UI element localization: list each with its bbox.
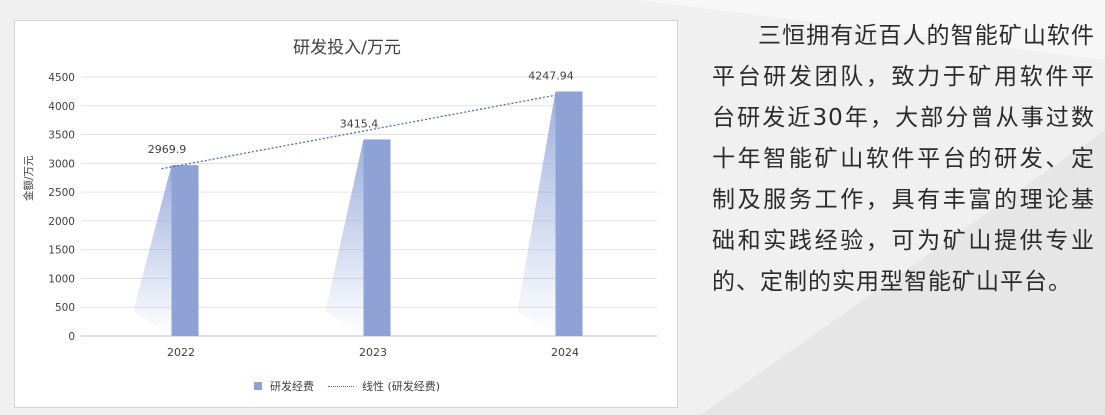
x-tick-label: 2022 [167, 346, 195, 359]
x-tick-label: 2023 [359, 346, 387, 359]
y-tick-label: 3500 [48, 130, 75, 142]
bar-glow [133, 165, 172, 336]
y-tick-label: 500 [55, 302, 75, 314]
bar [555, 91, 583, 337]
legend: 研发经费 线性 (研发经费) [15, 378, 679, 394]
chart-panel: 研发投入/万元 金额/万元 0 500 1000 1500 2000 2500 3000 35… [14, 20, 678, 408]
y-tick-label: 1000 [48, 273, 75, 285]
legend-series-label: 研发经费 [269, 380, 314, 393]
y-tick-label: 2500 [48, 187, 75, 199]
y-tick-label: 4000 [48, 101, 75, 113]
y-tick-label: 4500 [48, 72, 75, 84]
bar [363, 139, 391, 336]
y-tick-label: 1500 [48, 245, 75, 257]
description-paragraph: 三恒拥有近百人的智能矿山软件平台研发团队，致力于矿用软件平台研发近30年，大部分… [712, 23, 1095, 295]
bar-glow [517, 91, 556, 337]
y-tick-label: 0 [68, 331, 75, 343]
x-tick-label: 2024 [551, 346, 579, 359]
y-tick-label: 3000 [48, 158, 75, 170]
legend-bar-swatch [253, 382, 262, 390]
y-tick-label: 2000 [48, 216, 75, 228]
legend-trend-label: 线性 (研发经费) [361, 380, 441, 393]
chart-plot: 0 500 1000 1500 2000 2500 3000 3500 4000 4500 2022… [48, 70, 657, 359]
bar [171, 165, 199, 336]
data-label: 2969.9 [148, 143, 187, 156]
data-label: 3415.4 [340, 117, 379, 130]
legend-trend-swatch [327, 385, 354, 387]
data-label: 4247.94 [528, 70, 574, 83]
bar-glow [325, 139, 364, 336]
